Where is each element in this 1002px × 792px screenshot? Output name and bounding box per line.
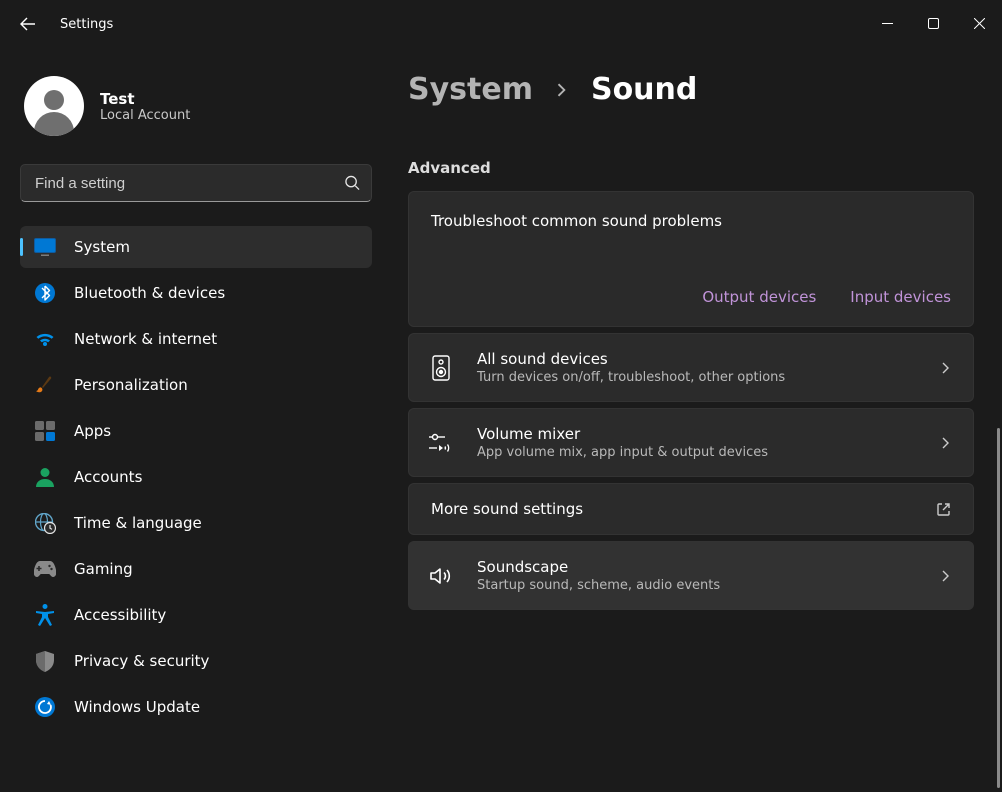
minimize-button[interactable] (864, 0, 910, 46)
person-icon (34, 466, 56, 488)
gamepad-icon (34, 558, 56, 580)
row-title: More sound settings (431, 500, 914, 518)
avatar (24, 76, 84, 136)
sidebar-item-label: Privacy & security (74, 652, 209, 670)
row-subtitle: Startup sound, scheme, audio events (477, 578, 917, 593)
sidebar-item-time-language[interactable]: Time & language (20, 502, 372, 544)
update-icon (34, 696, 56, 718)
profile-subtitle: Local Account (100, 108, 190, 123)
row-subtitle: App volume mix, app input & output devic… (477, 445, 917, 460)
sidebar-item-label: System (74, 238, 130, 256)
sidebar-item-bluetooth[interactable]: Bluetooth & devices (20, 272, 372, 314)
chevron-right-icon (555, 83, 569, 97)
system-icon (34, 236, 56, 258)
window-controls (864, 0, 1002, 48)
sidebar-item-system[interactable]: System (20, 226, 372, 268)
maximize-button[interactable] (910, 0, 956, 46)
sidebar-item-label: Time & language (74, 514, 202, 532)
sidebar-item-label: Network & internet (74, 330, 217, 348)
row-title: Soundscape (477, 558, 917, 576)
row-title: Volume mixer (477, 425, 917, 443)
main-content: System Sound Advanced Troubleshoot commo… (390, 48, 1002, 792)
sidebar-item-network[interactable]: Network & internet (20, 318, 372, 360)
sidebar-item-apps[interactable]: Apps (20, 410, 372, 452)
shield-icon (34, 650, 56, 672)
troubleshoot-card: Troubleshoot common sound problems Outpu… (408, 191, 974, 327)
accessibility-icon (34, 604, 56, 626)
titlebar: Settings (0, 0, 1002, 48)
paintbrush-icon (34, 374, 56, 396)
chevron-right-icon (939, 570, 951, 582)
breadcrumb-current: Sound (591, 72, 697, 107)
sidebar-item-accessibility[interactable]: Accessibility (20, 594, 372, 636)
output-devices-link[interactable]: Output devices (702, 288, 816, 306)
soundscape-row[interactable]: Soundscape Startup sound, scheme, audio … (408, 541, 974, 610)
window-title: Settings (60, 17, 113, 32)
sidebar: Test Local Account System Bluetooth & (0, 48, 390, 792)
input-devices-link[interactable]: Input devices (850, 288, 951, 306)
wifi-icon (34, 328, 56, 350)
sound-icon (427, 562, 455, 590)
external-link-icon (936, 502, 951, 517)
sidebar-item-label: Accessibility (74, 606, 166, 624)
all-sound-devices-row[interactable]: All sound devices Turn devices on/off, t… (408, 333, 974, 402)
volume-mixer-row[interactable]: Volume mixer App volume mix, app input &… (408, 408, 974, 477)
close-button[interactable] (956, 0, 1002, 46)
speaker-device-icon (427, 354, 455, 382)
sidebar-item-privacy[interactable]: Privacy & security (20, 640, 372, 682)
sidebar-item-windows-update[interactable]: Windows Update (20, 686, 372, 728)
back-button[interactable] (8, 4, 48, 44)
search-field-wrap (20, 164, 372, 202)
chevron-right-icon (939, 437, 951, 449)
scrollbar[interactable] (997, 428, 1000, 788)
bluetooth-icon (34, 282, 56, 304)
globe-clock-icon (34, 512, 56, 534)
more-sound-settings-row[interactable]: More sound settings (408, 483, 974, 535)
nav-list: System Bluetooth & devices Network & int… (20, 226, 372, 728)
search-icon (345, 176, 360, 191)
sidebar-item-accounts[interactable]: Accounts (20, 456, 372, 498)
chevron-right-icon (939, 362, 951, 374)
sidebar-item-label: Windows Update (74, 698, 200, 716)
search-input[interactable] (20, 164, 372, 202)
apps-icon (34, 420, 56, 442)
sidebar-item-label: Bluetooth & devices (74, 284, 225, 302)
sidebar-item-label: Personalization (74, 376, 188, 394)
sidebar-item-personalization[interactable]: Personalization (20, 364, 372, 406)
sidebar-item-label: Accounts (74, 468, 142, 486)
breadcrumb: System Sound (408, 72, 974, 107)
sidebar-item-label: Apps (74, 422, 111, 440)
row-subtitle: Turn devices on/off, troubleshoot, other… (477, 370, 917, 385)
mixer-icon (427, 429, 455, 457)
section-header-advanced: Advanced (408, 159, 974, 177)
profile-name: Test (100, 90, 190, 108)
row-title: All sound devices (477, 350, 917, 368)
sidebar-item-gaming[interactable]: Gaming (20, 548, 372, 590)
sidebar-item-label: Gaming (74, 560, 133, 578)
breadcrumb-parent[interactable]: System (408, 72, 533, 107)
troubleshoot-title: Troubleshoot common sound problems (431, 212, 951, 230)
profile-block[interactable]: Test Local Account (20, 68, 372, 164)
